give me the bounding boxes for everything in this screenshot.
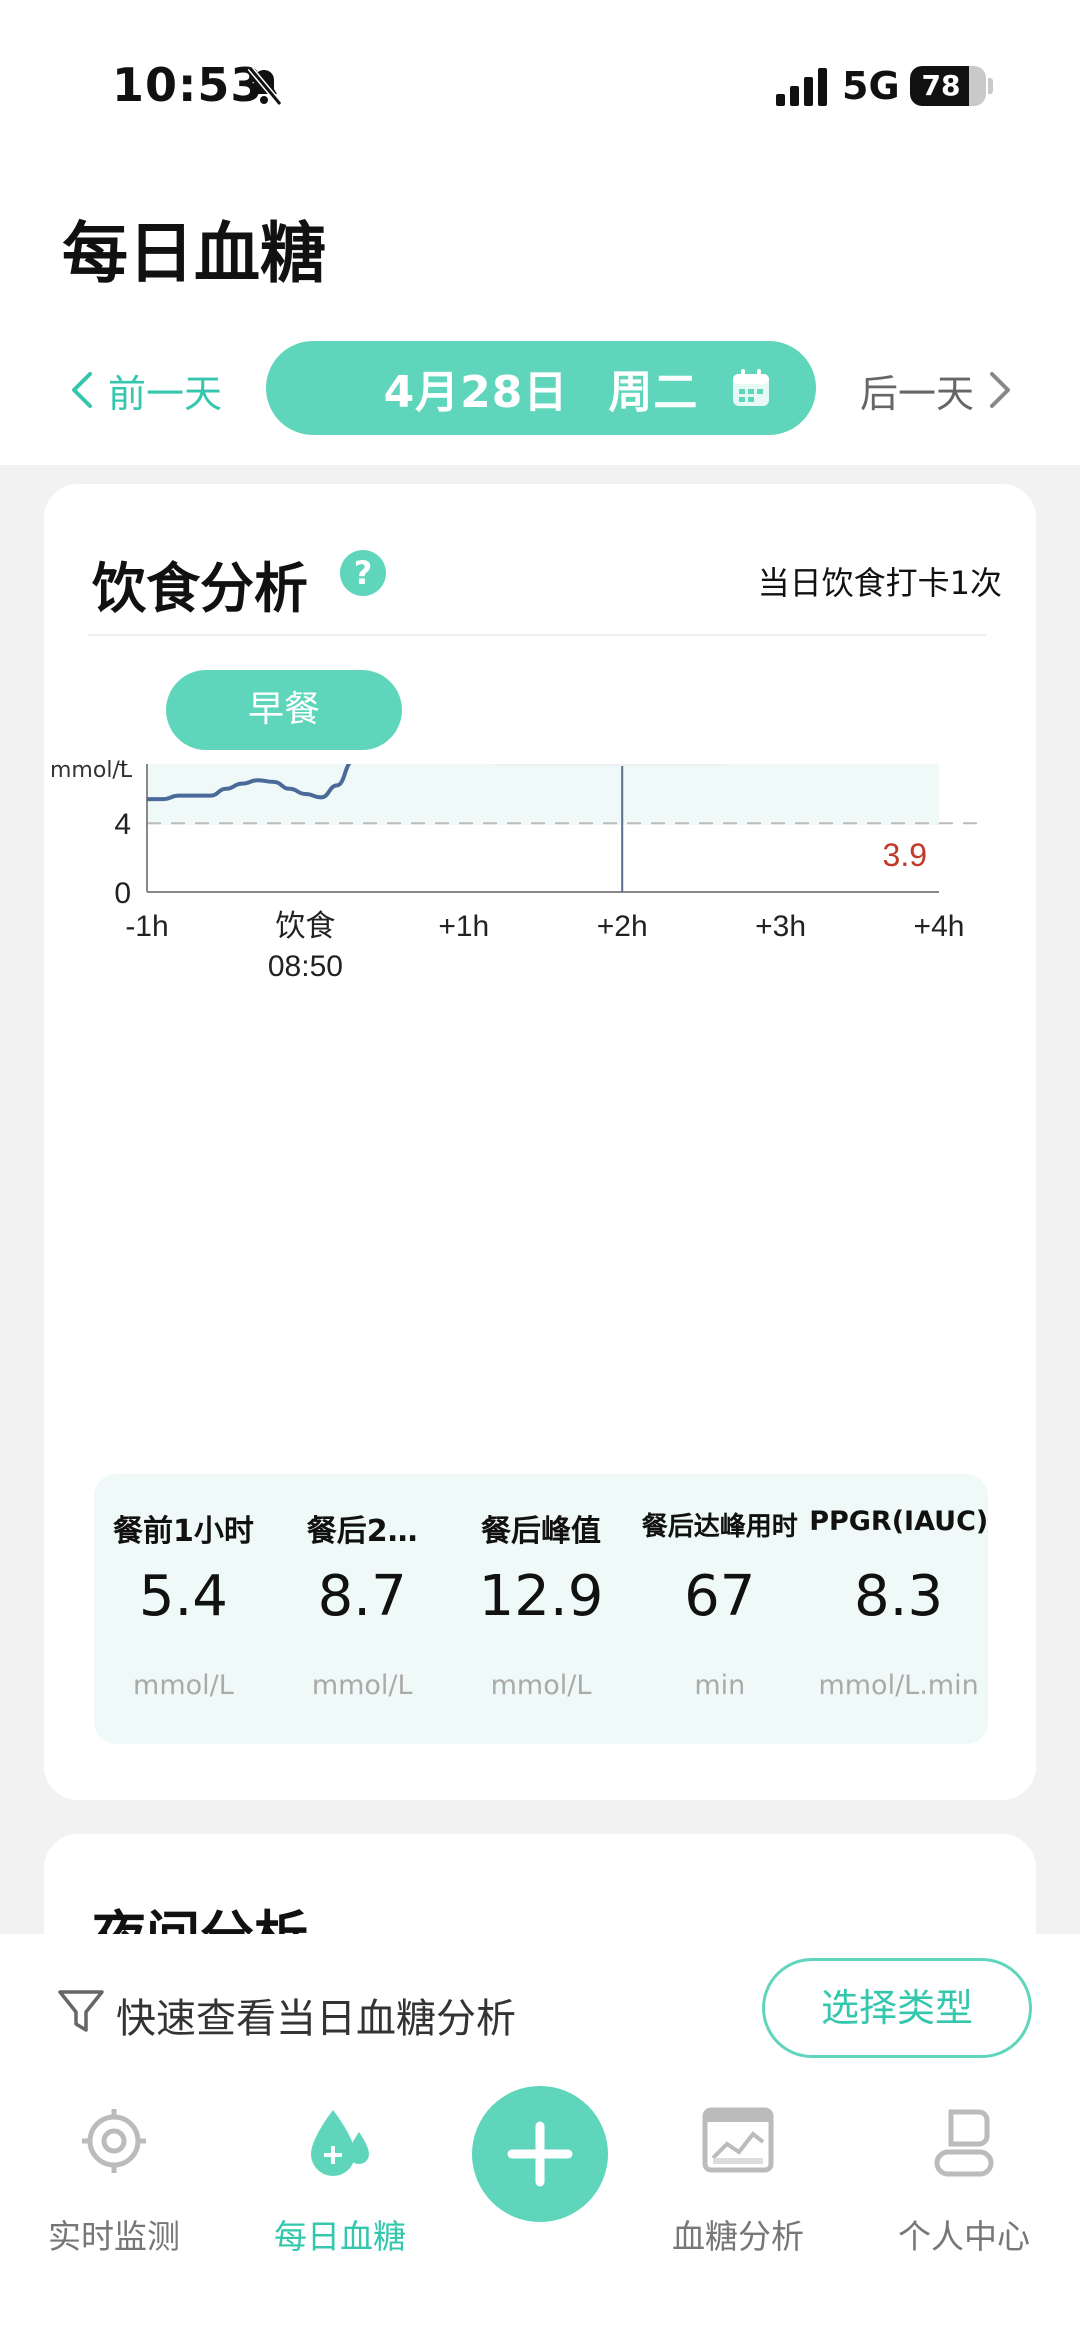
next-day-label: 后一天 [859,371,974,416]
card-title: 饮食分析 [92,557,308,620]
date-text: 4月28日 [383,367,569,418]
battery-cap [988,78,993,94]
status-time: 10:53 [112,58,264,112]
next-day-button[interactable]: 后一天 [860,362,1016,418]
glucose-chart[interactable]: 201612840-1h饮食+1h+2h+3h+4h08:507.83.99.0… [44,764,1036,1464]
network-type: 5G [842,64,900,108]
stat-unit: mmol/L [490,1670,592,1701]
tab-realtime-monitor[interactable]: 实时监测 [14,2106,214,2306]
stat-label: 餐后峰值 [480,1514,601,1549]
target-range-band [147,764,939,825]
stat-peak: 餐后峰值 12.9 mmol/L [452,1474,631,1744]
stat-value: 5.4 [138,1564,228,1629]
bell-muted-icon [247,66,283,106]
chevron-left-icon [72,372,92,408]
stat-value: 8.3 [854,1564,944,1629]
x-tick-label: +2h [597,910,648,943]
select-type-button[interactable]: 选择类型 [762,1958,1032,2058]
stat-value: 67 [684,1564,756,1629]
stat-label: 餐后2… [306,1514,418,1549]
blood-drop-icon [311,2110,369,2176]
y-tick-label: 8 [114,764,131,772]
stat-value: 12.9 [478,1564,604,1629]
stat-label: PPGR(IAUC) [809,1506,988,1537]
stat-label: 餐后达峰用时 [641,1512,798,1542]
stat-unit: mmol/L [133,1670,234,1701]
add-record-button[interactable] [472,2086,608,2222]
stat-unit: mmol/L [311,1670,413,1701]
header-area: 10:53 5G 78 每日血糖 前一天 4月28日 周二 后一天 [0,0,1080,465]
stat-post-2h: 餐后2… 8.7 mmol/L [273,1474,452,1744]
prev-day-button[interactable]: 前一天 [66,362,222,418]
stat-ppgr: PPGR(IAUC) 8.3 mmol/L.min [809,1474,988,1744]
low-threshold-label: 3.9 [883,837,927,873]
filter-icon [58,1990,104,2032]
bottom-panel: 快速查看当日血糖分析 选择类型 实时监测 每日血糖 血糖分析 个人中心 [0,1934,1080,2339]
x-tick-label: -1h [125,910,168,943]
stat-unit: min [694,1670,746,1701]
diet-checkin-count: 当日饮食打卡1次 [757,564,1002,602]
diet-analysis-card: 饮食分析 ? 当日饮食打卡1次 早餐 mmol/L 201612840-1h饮食… [44,484,1036,1800]
tooltip-box [492,764,727,767]
x-tick-label: +3h [755,910,806,943]
tab-profile[interactable]: 个人中心 [864,2106,1064,2306]
profile-icon [934,2109,994,2177]
stat-time-to-peak: 餐后达峰用时 67 min [630,1474,809,1744]
filter-hint: 快速查看当日血糖分析 [116,1996,516,2042]
x-tick-label: +4h [914,910,965,943]
weekday-text: 周二 [608,367,699,418]
tab-label: 每日血糖 [274,2217,406,2256]
prev-day-label: 前一天 [108,371,223,416]
signal-icon [776,68,827,106]
plus-icon [507,2121,573,2187]
tab-glucose-analysis[interactable]: 血糖分析 [638,2106,838,2306]
y-tick-label: 4 [114,808,131,841]
tab-label: 个人中心 [898,2217,1030,2256]
meal-tab-breakfast[interactable]: 早餐 [166,670,402,750]
x-tick-sublabel: 08:50 [268,950,343,983]
x-tick-label: 饮食 [275,910,335,943]
battery-percent: 78 [921,69,961,102]
help-icon[interactable]: ? [340,550,386,596]
tab-daily-glucose[interactable]: 每日血糖 [240,2106,440,2306]
calendar-icon [733,369,769,406]
y-tick-label: 0 [114,877,131,910]
chart-analysis-icon [702,2107,774,2173]
stat-pre-meal: 餐前1小时 5.4 mmol/L [94,1474,273,1744]
realtime-monitor-icon [82,2109,146,2173]
stat-value: 8.7 [317,1564,407,1629]
stat-unit: mmol/L.min [818,1670,979,1701]
chevron-right-icon [990,372,1010,408]
page-title: 每日血糖 [62,215,326,292]
tab-label: 血糖分析 [672,2217,804,2256]
date-selector[interactable]: 4月28日 周二 [266,341,816,435]
meal-stats-panel: 餐前1小时 5.4 mmol/L 餐后2… 8.7 mmol/L 餐后峰值 12… [94,1474,988,1744]
tab-label: 实时监测 [48,2217,180,2256]
stat-label: 餐前1小时 [112,1514,254,1549]
x-tick-label: +1h [438,910,489,943]
divider [88,634,986,636]
battery-icon: 78 [910,66,986,106]
